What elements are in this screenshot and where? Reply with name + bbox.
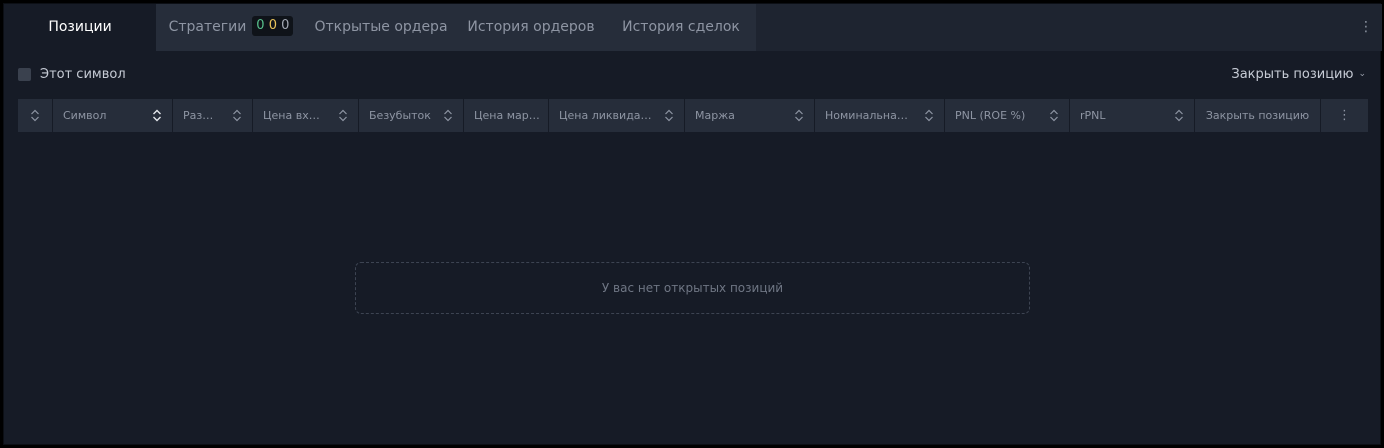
column-label: Маржа — [695, 109, 735, 122]
column-label: Цена ликвидации — [559, 109, 652, 122]
sort-updown-icon — [664, 109, 674, 122]
more-vertical-icon[interactable]: ⋮ — [1321, 99, 1368, 132]
close-position-label: Закрыть позицию — [1231, 67, 1354, 82]
tab-trade-history[interactable]: История сделок — [606, 4, 756, 51]
sort-updown-icon — [30, 109, 40, 122]
positions-table-header: Символ Размер Цена входа Безубыток Цена … — [18, 99, 1368, 132]
tab-strategies[interactable]: Стратегии 0 0 0 — [156, 4, 306, 51]
column-header-rpnl[interactable]: rPNL — [1070, 99, 1195, 132]
column-label: Цена входа — [263, 109, 326, 122]
positions-panel: Позиции Стратегии 0 0 0 Открытые ордера И… — [3, 3, 1382, 445]
column-label: Символ — [63, 109, 107, 122]
close-position-dropdown[interactable]: Закрыть позицию ⌄ — [1231, 66, 1366, 85]
sort-updown-icon — [1174, 109, 1184, 122]
sort-updown-icon — [152, 109, 162, 122]
chevron-down-icon: ⌄ — [1358, 69, 1366, 79]
column-label: Цена мар… — [474, 109, 540, 122]
tab-label: Стратегии — [168, 19, 247, 35]
tab-label: Позиции — [48, 19, 112, 35]
tab-order-history[interactable]: История ордеров — [456, 4, 606, 51]
tab-positions[interactable]: Позиции — [4, 4, 156, 51]
column-header-size[interactable]: Размер — [173, 99, 253, 132]
sort-updown-icon — [924, 109, 934, 122]
column-header-breakeven[interactable]: Безубыток — [359, 99, 464, 132]
tab-label: История ордеров — [467, 19, 595, 35]
tab-bar: Позиции Стратегии 0 0 0 Открытые ордера И… — [4, 4, 1382, 51]
column-label: Безубыток — [369, 109, 431, 122]
this-symbol-label[interactable]: Этот символ — [40, 66, 126, 84]
sort-updown-icon — [232, 109, 242, 122]
column-label: PNL (ROE %) — [955, 109, 1026, 122]
column-header-pnl-roe[interactable]: PNL (ROE %) — [945, 99, 1070, 132]
sort-updown-icon — [443, 109, 453, 122]
column-header-close-position: Закрыть позицию — [1195, 99, 1321, 132]
empty-state: У вас нет открытых позиций — [355, 262, 1030, 314]
column-header-mark-price[interactable]: Цена мар… — [464, 99, 549, 132]
column-label: rPNL — [1080, 109, 1106, 122]
tab-label: Открытые ордера — [314, 19, 448, 35]
more-vertical-icon[interactable]: ⋮ — [1358, 16, 1374, 38]
badge-count-yellow: 0 — [268, 18, 277, 33]
sort-updown-icon — [338, 109, 348, 122]
sort-updown-icon — [1049, 109, 1059, 122]
column-header-entry-price[interactable]: Цена входа — [253, 99, 359, 132]
column-label: Закрыть позицию — [1205, 109, 1310, 122]
column-header-liquidation-price[interactable]: Цена ликвидации — [549, 99, 685, 132]
empty-state-message: У вас нет открытых позиций — [601, 281, 784, 295]
tab-open-orders[interactable]: Открытые ордера — [306, 4, 456, 51]
column-header-margin[interactable]: Маржа — [685, 99, 815, 132]
this-symbol-checkbox[interactable] — [18, 68, 31, 81]
tab-label: История сделок — [622, 19, 740, 35]
column-header-symbol[interactable]: Символ — [53, 99, 173, 132]
strategies-count-badge: 0 0 0 — [252, 16, 294, 36]
sort-updown-icon — [794, 109, 804, 122]
column-label: Номинальная … — [825, 109, 912, 122]
badge-count-gray: 0 — [281, 18, 290, 33]
select-column-sort[interactable] — [18, 99, 53, 132]
badge-count-green: 0 — [256, 18, 265, 33]
column-label: Размер — [183, 109, 220, 122]
column-header-notional[interactable]: Номинальная … — [815, 99, 945, 132]
